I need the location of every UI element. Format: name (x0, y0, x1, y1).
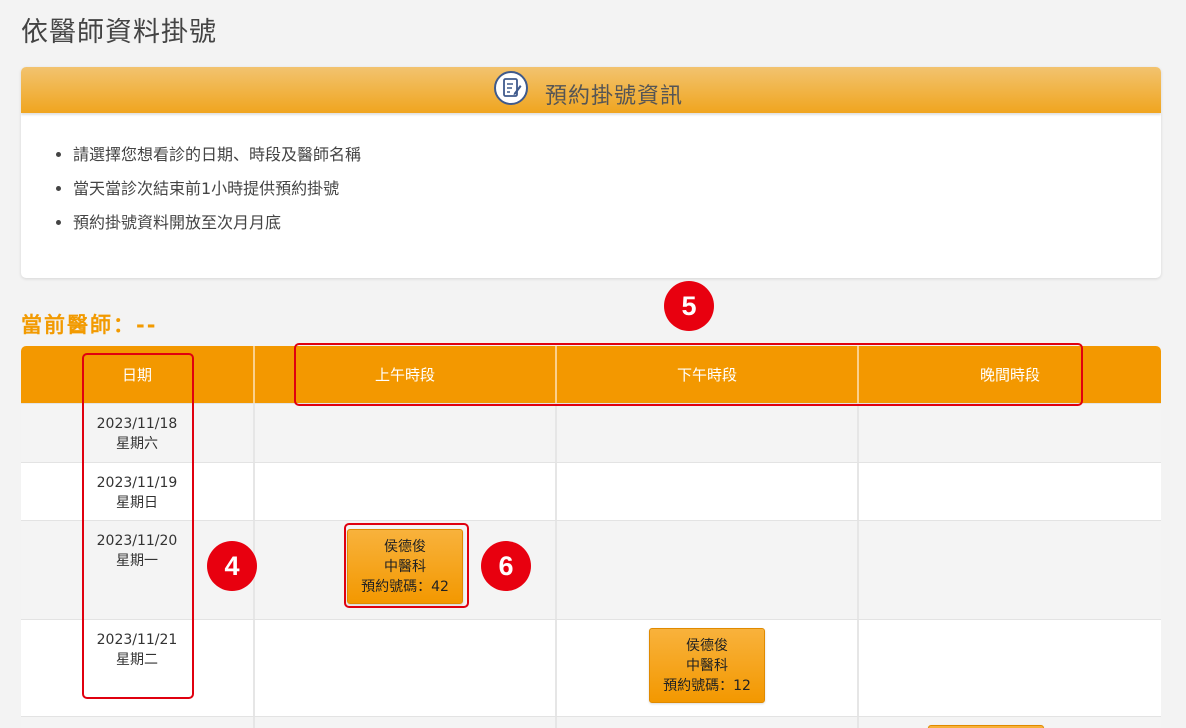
booking-info-title: 預約掛號資訊 (545, 84, 684, 109)
booking-info-header: 預約掛號資訊 (21, 67, 1161, 113)
evening-slot-cell (859, 463, 1161, 520)
evening-slot-cell (859, 404, 1161, 462)
info-item: 請選擇您想看診的日期、時段及醫師名稱 (73, 143, 361, 177)
info-item: 當天當診次結束前1小時提供預約掛號 (73, 177, 361, 211)
booking-info-list: 請選擇您想看診的日期、時段及醫師名稱 當天當診次結束前1小時提供預約掛號 預約掛… (53, 143, 361, 245)
appointment-number: 預約號碼：42 (361, 579, 449, 595)
date-cell (21, 717, 255, 728)
morning-slot-cell (255, 717, 557, 728)
schedule-header: 日期 上午時段 下午時段 晚間時段 (21, 346, 1161, 403)
date-value: 2023/11/21 (96, 632, 178, 648)
current-doctor-label: 當前醫師：-- (21, 313, 158, 337)
annotation-number: 5 (664, 281, 714, 331)
appointment-button[interactable]: 侯德俊 中醫科 預約號碼：12 (649, 628, 765, 703)
appointment-department: 中醫科 (384, 559, 426, 575)
afternoon-slot-cell (557, 717, 859, 728)
table-row: 2023/11/21 星期二 侯德俊 中醫科 預約號碼：12 (21, 619, 1161, 716)
appointment-department: 中醫科 (686, 658, 728, 674)
appointment-doctor: 侯德俊 (686, 638, 728, 654)
evening-slot-cell (859, 717, 1161, 728)
header-afternoon: 下午時段 (557, 346, 859, 403)
date-cell: 2023/11/21 星期二 (21, 620, 255, 716)
edit-document-icon (494, 71, 528, 105)
afternoon-slot-cell (557, 404, 859, 462)
afternoon-slot-cell (557, 463, 859, 520)
table-row: 2023/11/20 星期一 侯德俊 中醫科 預約號碼：42 (21, 520, 1161, 619)
evening-slot-cell (859, 521, 1161, 619)
morning-slot-cell (255, 463, 557, 520)
weekday-value: 星期二 (116, 652, 158, 668)
afternoon-slot-cell: 侯德俊 中醫科 預約號碼：12 (557, 620, 859, 716)
annotation-number: 6 (481, 541, 531, 591)
annotation-number: 4 (207, 541, 257, 591)
date-cell: 2023/11/19 星期日 (21, 463, 255, 520)
table-row: 2023/11/19 星期日 (21, 462, 1161, 520)
header-morning: 上午時段 (255, 346, 557, 403)
schedule-table: 日期 上午時段 下午時段 晚間時段 2023/11/18 星期六 2023/11… (21, 346, 1161, 728)
header-evening-label: 晚間時段 (979, 366, 1040, 384)
weekday-value: 星期日 (116, 495, 158, 511)
appointment-number: 預約號碼：12 (663, 678, 751, 694)
table-row (21, 716, 1161, 728)
evening-slot-cell (859, 620, 1161, 716)
date-value: 2023/11/19 (96, 475, 178, 491)
weekday-value: 星期六 (116, 436, 158, 452)
info-item: 預約掛號資料開放至次月月底 (73, 211, 361, 245)
table-row: 2023/11/18 星期六 (21, 403, 1161, 462)
appointment-doctor: 侯德俊 (384, 539, 426, 555)
booking-info-panel: 預約掛號資訊 請選擇您想看診的日期、時段及醫師名稱 當天當診次結束前1小時提供預… (21, 67, 1161, 278)
page-title: 依醫師資料掛號 (21, 17, 217, 48)
date-value: 2023/11/18 (96, 416, 178, 432)
header-date: 日期 (21, 346, 255, 403)
appointment-button[interactable]: 侯德俊 中醫科 預約號碼：42 (347, 529, 463, 604)
afternoon-slot-cell (557, 521, 859, 619)
morning-slot-cell (255, 620, 557, 716)
date-cell: 2023/11/18 星期六 (21, 404, 255, 462)
morning-slot-cell (255, 404, 557, 462)
header-evening: 晚間時段 (859, 346, 1161, 403)
